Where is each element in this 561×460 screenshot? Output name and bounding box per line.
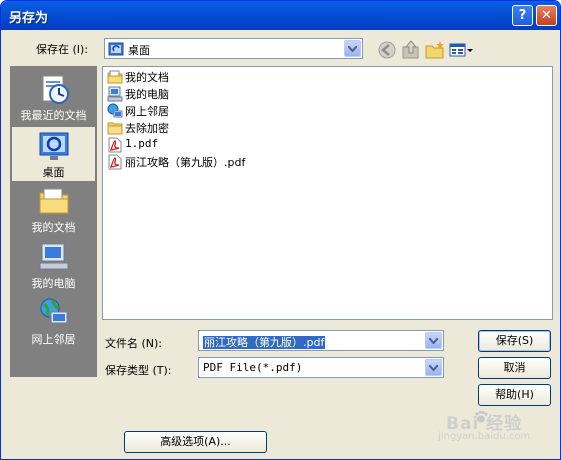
filetype-value: PDF File(*.pdf) [203, 361, 303, 374]
close-button[interactable]: ✕ [536, 5, 557, 26]
up-folder-button[interactable] [400, 39, 422, 61]
place-label: 我的电脑 [31, 277, 76, 290]
place-recent-documents[interactable]: 我最近的文档 [11, 70, 96, 126]
advanced-options-button[interactable]: 高级选项(A)... [124, 431, 267, 453]
pdf-icon [108, 137, 122, 153]
help-dialog-button[interactable]: 帮助(H) [478, 384, 551, 406]
places-bar: 我最近的文档 桌面 我的文档 我的电脑 网上邻居 [10, 66, 97, 377]
view-menu-button[interactable] [448, 39, 474, 61]
file-name: 我的文档 [125, 71, 169, 84]
file-name: 我的电脑 [125, 88, 169, 101]
new-folder-icon [425, 41, 444, 59]
back-button[interactable] [376, 39, 398, 61]
new-folder-button[interactable] [424, 39, 446, 61]
save-as-dialog: 另存为 ? ✕ 保存在 (I): 桌面 我最近的文档 桌面 我的文档 我的电脑 … [0, 0, 561, 460]
recent-documents-icon [42, 75, 69, 104]
desktop-icon [108, 42, 124, 56]
place-label: 我最近的文档 [20, 109, 87, 122]
file-name: 1.pdf [125, 137, 159, 150]
file-list[interactable]: 我的文档 我的电脑 网上邻居 去除加密 1.pdf 丽江攻略（第九版）.pdf [102, 66, 553, 320]
save-button[interactable]: 保存(S) [478, 330, 551, 352]
filename-input[interactable]: 丽江攻略（第九版）.pdf [198, 330, 444, 351]
help-button[interactable]: ? [512, 5, 533, 26]
my-computer-icon [107, 86, 123, 102]
up-folder-icon [402, 40, 419, 59]
my-documents-icon [39, 188, 68, 214]
network-icon [40, 298, 67, 324]
place-my-documents[interactable]: 我的文档 [11, 182, 96, 238]
filetype-dropdown[interactable]: PDF File(*.pdf) [198, 357, 444, 378]
title-bar[interactable]: 另存为 ? ✕ [1, 1, 560, 30]
desktop-icon [39, 132, 68, 160]
network-icon [107, 103, 123, 118]
file-name: 网上邻居 [125, 105, 169, 118]
chevron-down-icon[interactable] [344, 40, 361, 57]
baidu-watermark: Bai 经验 jingyan.baidu.com [438, 408, 556, 446]
save-in-dropdown[interactable]: 桌面 [104, 38, 363, 59]
save-in-label: 保存在 (I): [36, 43, 89, 56]
place-label: 桌面 [42, 166, 65, 179]
watermark-url: jingyan.baidu.com [438, 431, 531, 442]
place-desktop[interactable]: 桌面 [11, 126, 96, 182]
place-label: 我的文档 [31, 221, 76, 234]
filetype-label: 保存类型 (T): [105, 364, 172, 377]
folder-icon [107, 122, 123, 135]
place-my-computer[interactable]: 我的电脑 [11, 238, 96, 294]
window-title: 另存为 [9, 11, 49, 26]
pdf-icon [108, 154, 122, 170]
filename-label: 文件名 (N): [105, 337, 163, 350]
chevron-down-icon[interactable] [425, 359, 442, 376]
file-name: 丽江攻略（第九版）.pdf [125, 156, 246, 169]
filename-value: 丽江攻略（第九版）.pdf [203, 336, 326, 349]
file-name: 去除加密 [125, 122, 169, 135]
cancel-button[interactable]: 取消 [478, 357, 551, 379]
save-in-value: 桌面 [128, 44, 150, 57]
place-network[interactable]: 网上邻居 [11, 294, 96, 350]
my-documents-icon [107, 70, 123, 84]
back-arrow-icon [378, 41, 396, 59]
my-computer-icon [39, 243, 68, 270]
view-menu-icon [449, 43, 473, 57]
chevron-down-icon[interactable] [425, 332, 442, 349]
place-label: 网上邻居 [31, 333, 76, 346]
